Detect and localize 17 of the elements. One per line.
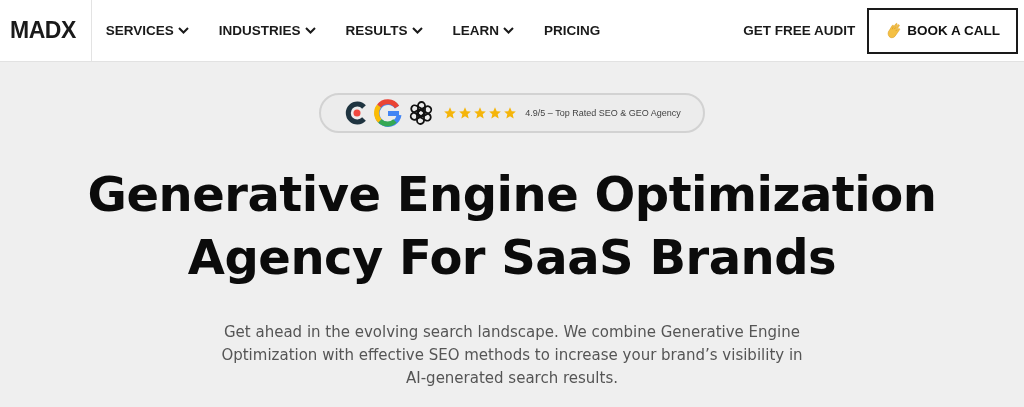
rating-text: 4.9/5 – Top Rated SEO & GEO Agency bbox=[525, 108, 681, 118]
google-logo-icon bbox=[373, 98, 404, 128]
audit-link[interactable]: GET FREE AUDIT bbox=[743, 23, 856, 38]
nav-link[interactable]: RESULTS bbox=[345, 23, 423, 38]
star-icon bbox=[458, 106, 473, 120]
nav-link[interactable]: SERVICES bbox=[105, 23, 189, 38]
nav-link[interactable]: INDUSTRIES bbox=[218, 23, 316, 38]
star-icon bbox=[443, 106, 458, 120]
nav-link[interactable]: PRICING bbox=[544, 23, 601, 38]
star-icon bbox=[503, 106, 518, 120]
logo[interactable]: MADX bbox=[0, 0, 92, 61]
hero-title: Generative Engine Optimization Agency For SaaS Brands bbox=[87, 165, 937, 287]
star-icon bbox=[473, 106, 488, 120]
star-icon bbox=[488, 106, 503, 120]
nav-link[interactable]: LEARN bbox=[452, 23, 515, 38]
hero-description: Get ahead in the evolving search landscape. We combine Generative Engine Optimization with effective SEO methods to increase your brand’s visibility in AI-generated search results. bbox=[220, 322, 804, 389]
book-call-button[interactable]: BOOK A CALL bbox=[867, 7, 1018, 54]
